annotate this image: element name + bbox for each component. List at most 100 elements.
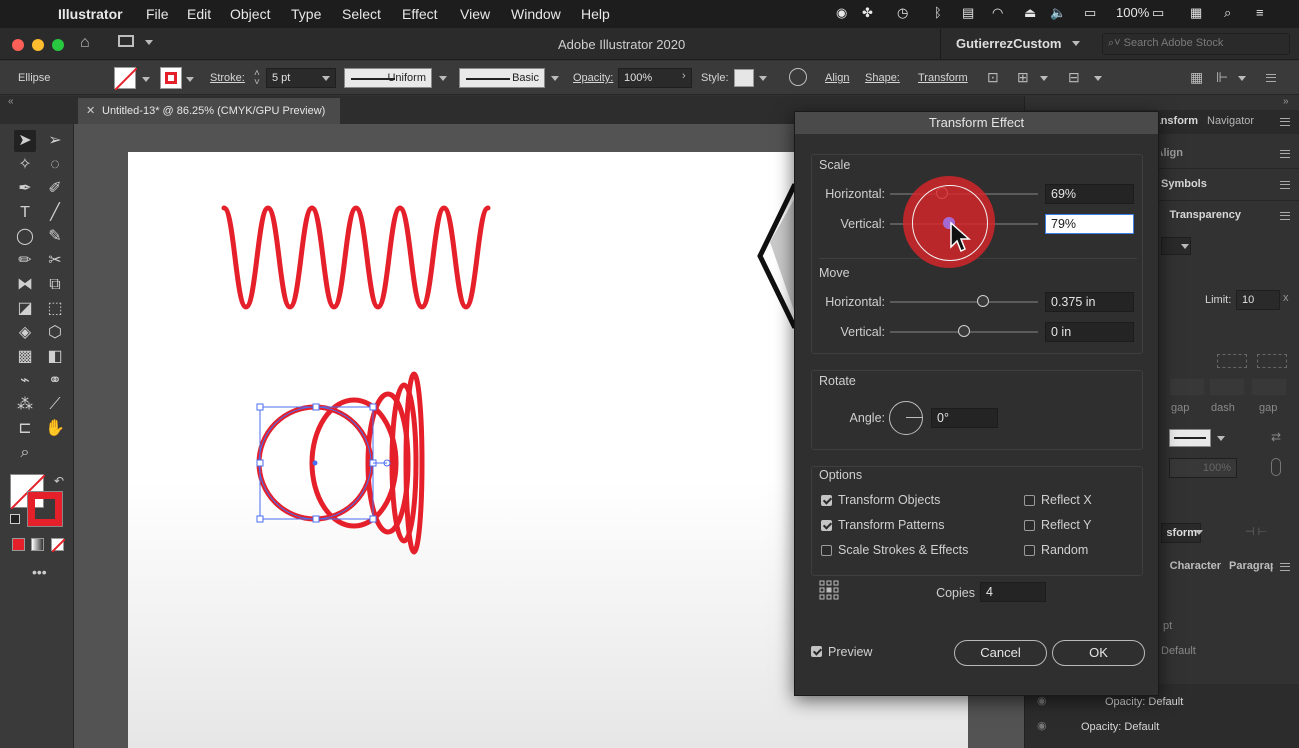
- tab-navigator[interactable]: Navigator: [1207, 115, 1254, 127]
- hand-tool-icon[interactable]: ✋: [44, 418, 66, 440]
- control-center-icon[interactable]: ≡: [1256, 5, 1264, 20]
- bluetooth-icon[interactable]: ᛒ: [934, 5, 942, 20]
- default-colors-icon[interactable]: [10, 514, 20, 524]
- panel-symbols[interactable]: Symbols: [1161, 178, 1207, 190]
- arrowhead-dropdown[interactable]: [1169, 429, 1211, 447]
- selection-tool-icon[interactable]: ➤: [14, 130, 36, 152]
- stroke-color-box[interactable]: [27, 491, 63, 527]
- gradient-mode-icon[interactable]: [31, 538, 44, 551]
- align-link[interactable]: Align: [825, 72, 849, 84]
- chevron-down-icon[interactable]: [1094, 76, 1102, 81]
- paintbrush-tool-icon[interactable]: ✎: [44, 226, 66, 248]
- menu-object[interactable]: Object: [230, 6, 270, 22]
- gradient-tool-icon[interactable]: ◧: [44, 346, 66, 368]
- menu-app-name[interactable]: Illustrator: [58, 6, 123, 22]
- limit-field[interactable]: 10: [1236, 290, 1280, 310]
- reflect-x-checkbox[interactable]: [1024, 495, 1035, 506]
- chevron-down-icon[interactable]: [1195, 530, 1203, 535]
- gap-field-2[interactable]: [1251, 378, 1287, 396]
- reference-point-locator-icon[interactable]: [819, 580, 839, 600]
- ellipse-tool-icon[interactable]: ◯: [14, 226, 36, 248]
- cancel-button[interactable]: Cancel: [954, 640, 1047, 666]
- mesh-tool-icon[interactable]: ▩: [14, 346, 36, 368]
- transform-patterns-label[interactable]: Transform Patterns: [838, 518, 945, 532]
- curvature-tool-icon[interactable]: ✐: [44, 178, 66, 200]
- chevron-down-icon[interactable]: [1181, 244, 1189, 249]
- battery-icon[interactable]: ▭: [1152, 5, 1164, 21]
- menu-icon[interactable]: [1280, 150, 1290, 158]
- home-icon[interactable]: ⌂: [80, 34, 90, 52]
- copies-input[interactable]: 4: [980, 582, 1046, 602]
- chevron-down-icon[interactable]: [1072, 41, 1080, 46]
- random-checkbox[interactable]: [1024, 545, 1035, 556]
- envelope-icon[interactable]: ⊟: [1068, 69, 1080, 86]
- menu-effect[interactable]: Effect: [402, 6, 438, 22]
- distribute-icon[interactable]: ⊩: [1216, 69, 1228, 86]
- zoom-window-button[interactable]: [52, 39, 64, 51]
- selection-handle[interactable]: [256, 515, 264, 523]
- dash-align-icon[interactable]: [1217, 354, 1247, 368]
- scale-vertical-input[interactable]: 79%: [1045, 214, 1134, 234]
- appearance-opacity-1[interactable]: Opacity: Default: [1105, 696, 1183, 708]
- scale-strokes-checkbox[interactable]: [821, 545, 832, 556]
- shape-builder-tool-icon[interactable]: ◈: [14, 322, 36, 344]
- warp-tool-icon[interactable]: ◪: [14, 298, 36, 320]
- menu-view[interactable]: View: [460, 6, 490, 22]
- opacity-field[interactable]: 100%: [618, 68, 692, 88]
- chevron-down-icon[interactable]: [1238, 76, 1246, 81]
- selection-handle[interactable]: [369, 515, 377, 523]
- shape-link[interactable]: Shape:: [865, 72, 900, 84]
- chevron-down-icon[interactable]: [551, 76, 559, 81]
- pen-tool-icon[interactable]: ✒: [14, 178, 36, 200]
- free-transform-tool-icon[interactable]: ⬚: [44, 298, 66, 320]
- eye-icon[interactable]: ◉: [1037, 719, 1047, 732]
- chevron-down-icon[interactable]: [322, 76, 330, 81]
- transform-objects-checkbox[interactable]: [821, 495, 832, 506]
- reflect-x-label[interactable]: Reflect X: [1041, 493, 1092, 507]
- reflect-tool-icon[interactable]: ⧓: [14, 274, 36, 296]
- move-vertical-knob[interactable]: [958, 325, 970, 337]
- link-scale-icon[interactable]: [1271, 458, 1281, 476]
- lasso-tool-icon[interactable]: ◌: [44, 154, 66, 176]
- chevron-down-icon[interactable]: [1040, 76, 1048, 81]
- eject-icon[interactable]: ⏏: [1024, 5, 1036, 21]
- move-horizontal-knob[interactable]: [977, 295, 989, 307]
- menu-icon[interactable]: [1280, 118, 1290, 126]
- edit-toolbar-icon[interactable]: •••: [32, 564, 47, 580]
- align-stroke-icon[interactable]: ⊣ ⊢: [1245, 525, 1267, 538]
- menu-help[interactable]: Help: [581, 6, 610, 22]
- ok-button[interactable]: OK: [1052, 640, 1145, 666]
- wifi-icon[interactable]: ◠: [992, 5, 1003, 21]
- swap-colors-icon[interactable]: ↶: [54, 474, 64, 488]
- selection-handle[interactable]: [369, 403, 377, 411]
- record-icon[interactable]: ◉: [836, 5, 847, 21]
- pencil-tool-icon[interactable]: ✏: [14, 250, 36, 272]
- tab-transform[interactable]: Transform: [1160, 115, 1198, 127]
- menu-select[interactable]: Select: [342, 6, 381, 22]
- dash-corner-icon[interactable]: [1257, 354, 1287, 368]
- reflect-y-checkbox[interactable]: [1024, 520, 1035, 531]
- transform-objects-label[interactable]: Transform Objects: [838, 493, 940, 507]
- chevron-down-icon[interactable]: [142, 77, 150, 82]
- chevron-down-icon[interactable]: [1217, 436, 1225, 441]
- panel-paragraph[interactable]: Paragraph: [1229, 560, 1273, 572]
- appearance-opacity-2[interactable]: Opacity: Default: [1081, 721, 1159, 733]
- workspace-switcher[interactable]: GutierrezCustom: [956, 36, 1061, 51]
- gap-field-1[interactable]: [1169, 378, 1205, 396]
- artboard-tool-icon[interactable]: ⊏: [14, 418, 36, 440]
- flag-icon[interactable]: ▦: [1190, 5, 1202, 21]
- menu-window[interactable]: Window: [511, 6, 561, 22]
- menu-icon[interactable]: [1280, 563, 1290, 571]
- transform-patterns-checkbox[interactable]: [821, 520, 832, 531]
- preview-label[interactable]: Preview: [828, 645, 872, 659]
- scale-horizontal-input[interactable]: 69%: [1045, 184, 1134, 204]
- expand-panels-icon[interactable]: »: [1283, 96, 1289, 107]
- direct-selection-tool-icon[interactable]: ➢: [44, 130, 66, 152]
- move-horizontal-input[interactable]: 0.375 in: [1045, 292, 1134, 312]
- variable-width-profile[interactable]: Uniform: [344, 68, 432, 88]
- swap-arrowheads-icon[interactable]: ⇄: [1271, 430, 1281, 444]
- collapse-icon[interactable]: «: [0, 96, 74, 124]
- arrange-documents-icon[interactable]: [118, 35, 134, 47]
- blend-tool-icon[interactable]: ⚭: [44, 370, 66, 392]
- volume-icon[interactable]: 🔈: [1050, 5, 1066, 21]
